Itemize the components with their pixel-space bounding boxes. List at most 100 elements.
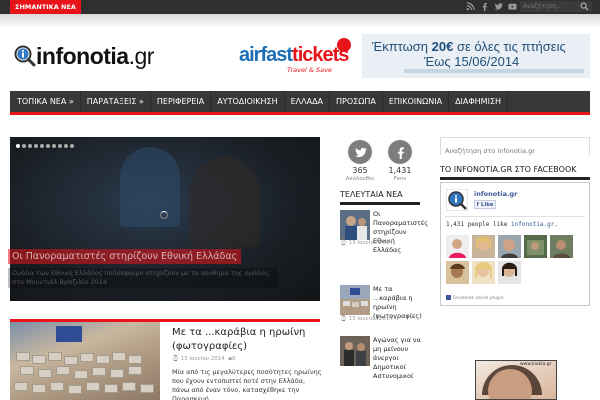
plugin-label: Facebook social plugin [453,296,504,301]
article-image-package [20,366,34,375]
article-image-package [140,384,154,393]
latest-news: ΤΕΛΕΥΤΑΙΑ ΝΕΑ Οι Πανοραματιστές στηρίζου… [340,190,428,380]
loading-spinner-icon [160,211,168,219]
main-nav: ΤΟΠΙΚΑ ΝΕΑ » ΠΑΡΑΤΑΞΕΙΣ » ΠΕΡΙΦΕΡΕΙΑ ΑΥΤ… [10,91,590,115]
slider-dot[interactable] [34,144,38,148]
list-item[interactable]: Αγώνας για να μη μείνουν άνεργοι Δημοτικ… [340,336,423,386]
article-excerpt: Μία από τις μεγαλύτερες ποσότητες ηρωίνη… [172,368,322,400]
nav-item-advertising[interactable]: ΔΙΑΦΗΜΙΣΗ [449,91,509,112]
avatar[interactable] [498,235,521,258]
article-image-package [92,367,106,376]
facebook-like-button[interactable]: f Like [474,200,496,209]
facebook-small-icon [446,295,451,300]
avatar[interactable] [472,261,495,284]
nav-item-contact[interactable]: ΕΠΙΚΟΙΝΩΝΙΑ [383,91,450,112]
facebook-page-name[interactable]: infonotia.gr [474,190,517,198]
facebook-plugin-credit: Facebook social plugin [446,295,504,301]
news-title[interactable]: Οι Πανοραματιστές στηρίζουν Εθνική Ελλάδ… [373,210,428,255]
article-image-package [16,352,30,361]
news-thumbnail[interactable] [340,336,370,366]
facebook-icon[interactable] [388,140,412,164]
slider-dot[interactable] [40,144,44,148]
article-image[interactable] [10,322,160,400]
nav-item-region[interactable]: ΠΕΡΙΦΕΡΕΙΑ [151,91,212,112]
nav-item-local-news[interactable]: ΤΟΠΙΚΑ ΝΕΑ » [10,91,81,112]
offer-prefix: Έκπτωση [372,39,432,54]
social-counters: 365 Ακόλουθοι 1,431 Fans [340,140,420,185]
nav-item-parties[interactable]: ΠΑΡΑΤΑΞΕΙΣ » [81,91,151,112]
news-date: ⌚ 13 Ιουνίου 2014 [340,240,393,246]
twitter-icon[interactable] [494,2,503,11]
header-gradient [0,14,600,28]
ad-url[interactable]: www.kiokia.gr [520,362,551,367]
avatar[interactable] [524,235,547,258]
article-image-package [32,355,46,364]
offer-amount: 20€ [431,39,454,54]
facebook-counter[interactable]: 1,431 Fans [385,140,415,183]
facebook-widget-heading: ΤΟ INFONOTIA.GR ΣΤΟ FACEBOOK [440,165,590,180]
slider-dot[interactable] [22,144,26,148]
latest-news-heading: ΤΕΛΕΥΤΑΙΑ ΝΕΑ [340,190,420,205]
news-title[interactable]: Αγώνας για να μη μείνουν άνεργοι Δημοτικ… [373,336,423,381]
avatar[interactable] [472,235,495,258]
like-label: Like [480,202,494,208]
nav-item-greece[interactable]: ΕΛΛΑΔΑ [285,91,331,112]
banner-brand-red: tickets [292,44,349,66]
like-count-page-link[interactable]: infonotia.gr [511,221,554,228]
article-image-package [80,353,94,362]
rss-icon[interactable] [466,2,475,11]
offer-suffix: σε όλες τις πτήσεις [453,39,566,54]
banner-brand: airfasttickets [239,44,349,67]
news-thumbnail[interactable] [340,210,370,240]
facebook-count: 1,431 [388,166,412,175]
slider-dot[interactable] [46,144,50,148]
slider-image-figure [190,157,260,247]
article-image-package [128,355,142,364]
search-icon[interactable] [580,2,589,11]
site-logo[interactable]: infonotia.gr [14,41,164,71]
twitter-icon[interactable] [348,140,372,164]
facebook-like-count: 1,431 people like infonotia.gr. [446,221,558,228]
avatar[interactable] [498,261,521,284]
slider-dot[interactable] [58,144,62,148]
sidebar-search-input[interactable] [441,143,589,159]
article-image-package [38,369,52,378]
breaking-news-label[interactable]: ΣΗΜΑΝΤΙΚΑ ΝΕΑ [10,0,81,14]
airfasttickets-banner[interactable]: airfasttickets Travel & Save [237,36,357,78]
slider-image-figure [120,147,180,227]
news-thumbnail[interactable] [340,285,370,315]
logo-main: infonotia [36,43,129,69]
slider-dot[interactable] [28,144,32,148]
twitter-counter[interactable]: 365 Ακόλουθοι [345,140,375,183]
page-avatar[interactable] [446,189,468,211]
nav-item-local-government[interactable]: ΑΥΤΟΔΙΟΙΚΗΣΗ [211,91,285,112]
sidebar-search-box[interactable] [440,137,590,159]
avatar[interactable] [446,235,469,258]
article-image-package [48,352,62,361]
article-image-package [104,384,118,393]
nav-item-people[interactable]: ΠΡΟΣΩΠΑ [330,91,383,112]
slider-dot[interactable] [70,144,74,148]
list-item[interactable]: Οι Πανοραματιστές στηρίζουν Εθνική Ελλάδ… [340,210,428,260]
article-title[interactable]: Με τα ...καράβια η ηρωίνη (φωτογραφίες) [172,326,322,354]
slider-dot[interactable] [16,144,20,148]
avatar[interactable] [550,235,573,258]
facebook-count-label: Fans [393,176,407,182]
avatar[interactable] [446,261,469,284]
article-meta: ⌚ 13 Ιουνίου 2014 ▪0 [172,356,236,362]
news-date-text: 13 Ιουνίου 2014 [348,240,393,246]
discount-banner[interactable]: Έκπτωση 20€ σε όλες τις πτήσεις Έως 15/0… [362,34,590,78]
facebook-icon[interactable] [480,2,489,11]
slider-dot[interactable] [64,144,68,148]
article-date: 13 Ιουνίου 2014 [180,356,225,362]
article-comment-count[interactable]: 0 [232,356,236,362]
slide-title[interactable]: Οι Πανοραματιστές στηρίζουν Εθνική Ελλάδ… [8,249,242,264]
slider-dot[interactable] [52,144,56,148]
like-count-suffix: . [554,221,559,228]
article-image-package [32,384,46,393]
article-image-package [50,382,64,391]
youtube-icon[interactable] [508,2,517,11]
top-search-box[interactable] [520,1,592,12]
top-search-input[interactable] [523,1,575,12]
list-item[interactable]: Με τα ...καράβια η ηρωίνη (φωτογραφίες) … [340,285,422,335]
